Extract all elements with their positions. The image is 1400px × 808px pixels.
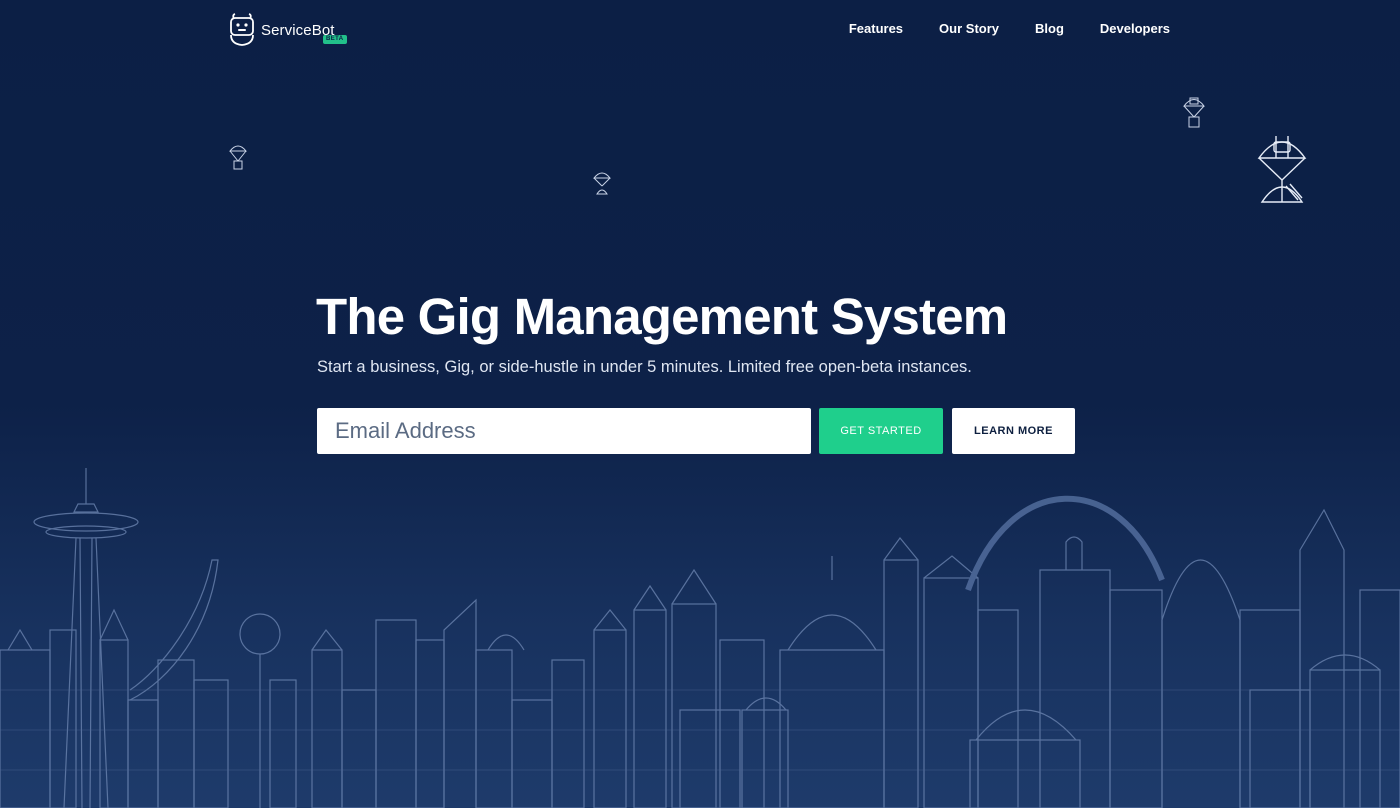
hero-title: The Gig Management System [316,288,1008,345]
top-navbar: ServiceBot BETA Features Our Story Blog … [0,0,1400,60]
email-input[interactable] [317,408,811,454]
nav-link-developers[interactable]: Developers [1100,20,1170,37]
nav-link-our-story[interactable]: Our Story [939,20,999,37]
nav-link-blog[interactable]: Blog [1035,20,1064,37]
parachute-robot-icon [228,145,248,170]
parachute-robot-icon [1182,97,1206,128]
learn-more-button[interactable]: LEARN MORE [952,408,1075,454]
main-navigation: Features Our Story Blog Developers [813,20,1170,37]
parachute-robot-icon [1257,136,1307,203]
get-started-button[interactable]: GET STARTED [819,408,943,454]
robot-icon [230,13,254,46]
city-skyline-illustration [0,468,1400,808]
parachute-robot-icon [592,172,612,195]
servicebot-logo[interactable]: ServiceBot BETA [228,12,347,48]
beta-badge: BETA [323,35,347,44]
nav-link-features[interactable]: Features [849,20,903,37]
signup-form: GET STARTED LEARN MORE [317,408,1075,454]
hero-subtitle: Start a business, Gig, or side-hustle in… [317,358,972,376]
